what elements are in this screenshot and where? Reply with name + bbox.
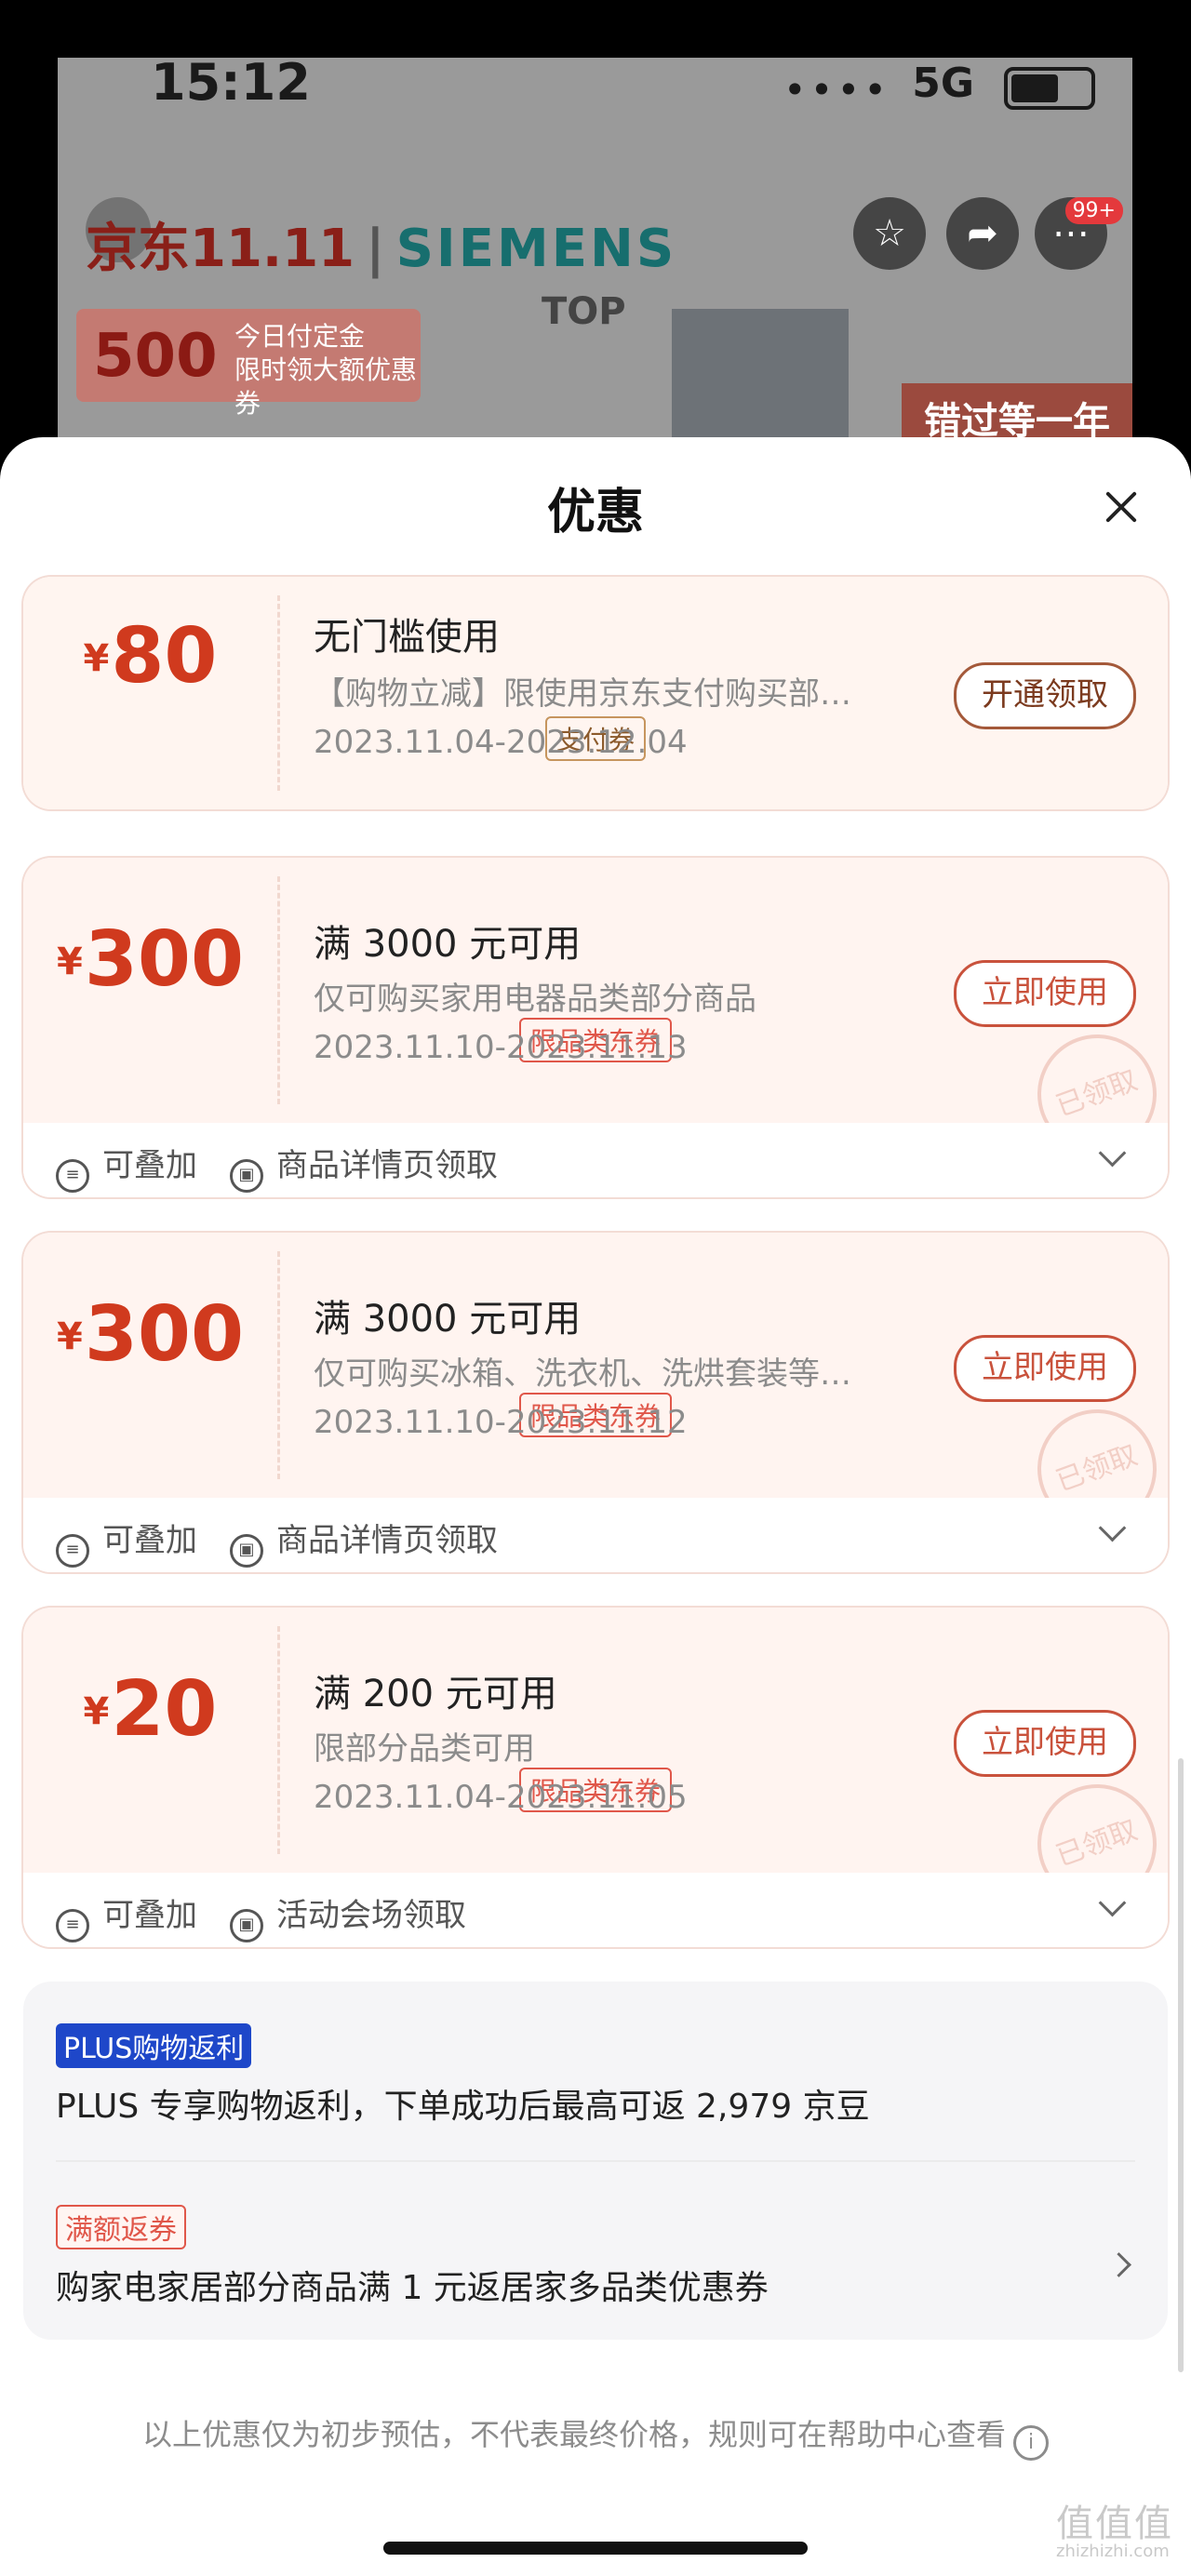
coupon-condition: 满 3000 元可用 — [314, 1298, 582, 1341]
coupon-date: 2023.11.04-2023.11.05 — [314, 1779, 688, 1816]
background-page: 15:12 •••• 5G 京东11.11 | SIEMENS ☆ ➦ ⋯ 99+ … — [58, 58, 1132, 458]
plus-rebate-text: PLUS 专享购物返利，下单成功后最高可返 2,979 京豆 — [56, 2088, 870, 2126]
bg-status-line: 15:12 •••• 5G — [58, 58, 1132, 123]
share-icon[interactable]: ➦ — [946, 197, 1019, 270]
status-bar — [0, 0, 1191, 60]
coupon-desc: 仅可购买冰箱、洗衣机、洗烘套装等部分商品 — [314, 1355, 872, 1393]
coupon-footer[interactable]: ≡ 可叠加 ▣ 商品详情页领取 — [23, 1498, 1168, 1572]
coupon-desc: 仅可购买家用电器品类部分商品 — [314, 981, 756, 1018]
coupon-date: 2023.11.04-2023.12.04 — [314, 724, 688, 761]
brand-jd: 京东11.11 — [86, 219, 355, 279]
coupon-footer[interactable]: ≡ 可叠加 ▣ 商品详情页领取 — [23, 1123, 1168, 1197]
battery-icon — [1004, 67, 1095, 110]
coupon-amount: ¥300 — [56, 915, 244, 1004]
home-indicator — [383, 2542, 808, 2555]
chevron-down-icon[interactable] — [1098, 1139, 1127, 1168]
product-image — [672, 309, 849, 458]
chevron-right-icon[interactable] — [1106, 2252, 1131, 2277]
info-icon[interactable]: i — [1013, 2425, 1049, 2461]
brand-siemens: SIEMENS — [395, 219, 677, 279]
use-now-button[interactable]: 立即使用 — [954, 1335, 1136, 1402]
coupon-condition: 满 200 元可用 — [314, 1673, 557, 1715]
watermark-logo: 值值值 — [1056, 2503, 1173, 2545]
scrollbar[interactable] — [1178, 1758, 1184, 2372]
status-time: 15:12 — [151, 58, 311, 112]
watermark-url: zhizhizhi.com — [1056, 2542, 1170, 2561]
coupon-date: 2023.11.10-2023.11.12 — [314, 1404, 688, 1441]
coupon-card: ¥300 限品类东券 满 3000 元可用 仅可购买冰箱、洗衣机、洗烘套装等部分… — [23, 1233, 1168, 1572]
brand-banner: 京东11.11 | SIEMENS — [86, 219, 677, 279]
ticket-icon: ▣ — [230, 1159, 263, 1193]
coupon-amount: ¥20 — [83, 1665, 218, 1754]
coupon-date: 2023.11.10-2023.11.13 — [314, 1029, 688, 1066]
stack-icon: ≡ — [56, 1534, 89, 1568]
chevron-down-icon[interactable] — [1098, 1889, 1127, 1917]
promo-text-1: 今日付定金 — [234, 321, 366, 352]
source-label: ▣ 活动会场领取 — [230, 1889, 466, 1942]
close-icon[interactable] — [1103, 488, 1140, 526]
coupon-amount: ¥300 — [56, 1290, 244, 1379]
promo-text-2: 限时领大额优惠券 — [234, 354, 418, 419]
coupon-footer[interactable]: ≡ 可叠加 ▣ 活动会场领取 — [23, 1873, 1168, 1947]
coupon-card: ¥80 支付券 无门槛使用 【购物立减】限使用京东支付购买部分商品 2023.1… — [23, 577, 1168, 809]
activate-claim-button[interactable]: 开通领取 — [954, 662, 1136, 729]
disclaimer: 以上优惠仅为初步预估，不代表最终价格，规则可在帮助中心查看 i — [0, 2411, 1191, 2461]
plus-rebate-badge: PLUS购物返利 — [56, 2023, 252, 2068]
coupon-desc: 限部分品类可用 — [314, 1730, 535, 1768]
promo-banner: 500 今日付定金 限时领大额优惠券 — [76, 309, 421, 419]
coupon-card: ¥20 限品类东券 满 200 元可用 限部分品类可用 2023.11.04-2… — [23, 1608, 1168, 1947]
stackable-label: ≡ 可叠加 — [56, 1889, 197, 1942]
plus-rebate-panel: PLUS购物返利 PLUS 专享购物返利，下单成功后最高可返 2,979 京豆 … — [23, 1982, 1168, 2340]
top-label: TOP — [542, 290, 626, 333]
stackable-label: ≡ 可叠加 — [56, 1515, 197, 1568]
full-return-badge: 满额返券 — [56, 2205, 186, 2249]
coupon-amount: ¥80 — [83, 612, 218, 701]
coupon-condition: 无门槛使用 — [314, 616, 500, 659]
signal-icon: •••• — [783, 67, 890, 113]
full-return-text[interactable]: 购家电家居部分商品满 1 元返居家多品类优惠券 — [56, 2261, 769, 2309]
source-label: ▣ 商品详情页领取 — [230, 1140, 498, 1193]
favorite-icon[interactable]: ☆ — [853, 197, 926, 270]
coupon-desc: 【购物立减】限使用京东支付购买部分商品 — [314, 675, 872, 713]
sheet-title: 优惠 — [546, 485, 644, 541]
stack-icon: ≡ — [56, 1159, 89, 1193]
coupon-card: ¥300 限品类东券 满 3000 元可用 仅可购买家用电器品类部分商品 202… — [23, 858, 1168, 1197]
coupon-condition: 满 3000 元可用 — [314, 923, 582, 966]
chevron-down-icon[interactable] — [1098, 1514, 1127, 1542]
stackable-label: ≡ 可叠加 — [56, 1140, 197, 1193]
use-now-button[interactable]: 立即使用 — [954, 960, 1136, 1027]
promo-amount: 500 — [93, 322, 218, 391]
network-label: 5G — [912, 60, 974, 107]
use-now-button[interactable]: 立即使用 — [954, 1710, 1136, 1777]
source-label: ▣ 商品详情页领取 — [230, 1515, 498, 1568]
stack-icon: ≡ — [56, 1909, 89, 1942]
ticket-icon: ▣ — [230, 1534, 263, 1568]
coupon-sheet: 优惠 ¥80 支付券 无门槛使用 【购物立减】限使用京东支付购买部分商品 202… — [0, 437, 1191, 2576]
ticket-icon: ▣ — [230, 1909, 263, 1942]
message-badge: 99+ — [1064, 197, 1123, 224]
